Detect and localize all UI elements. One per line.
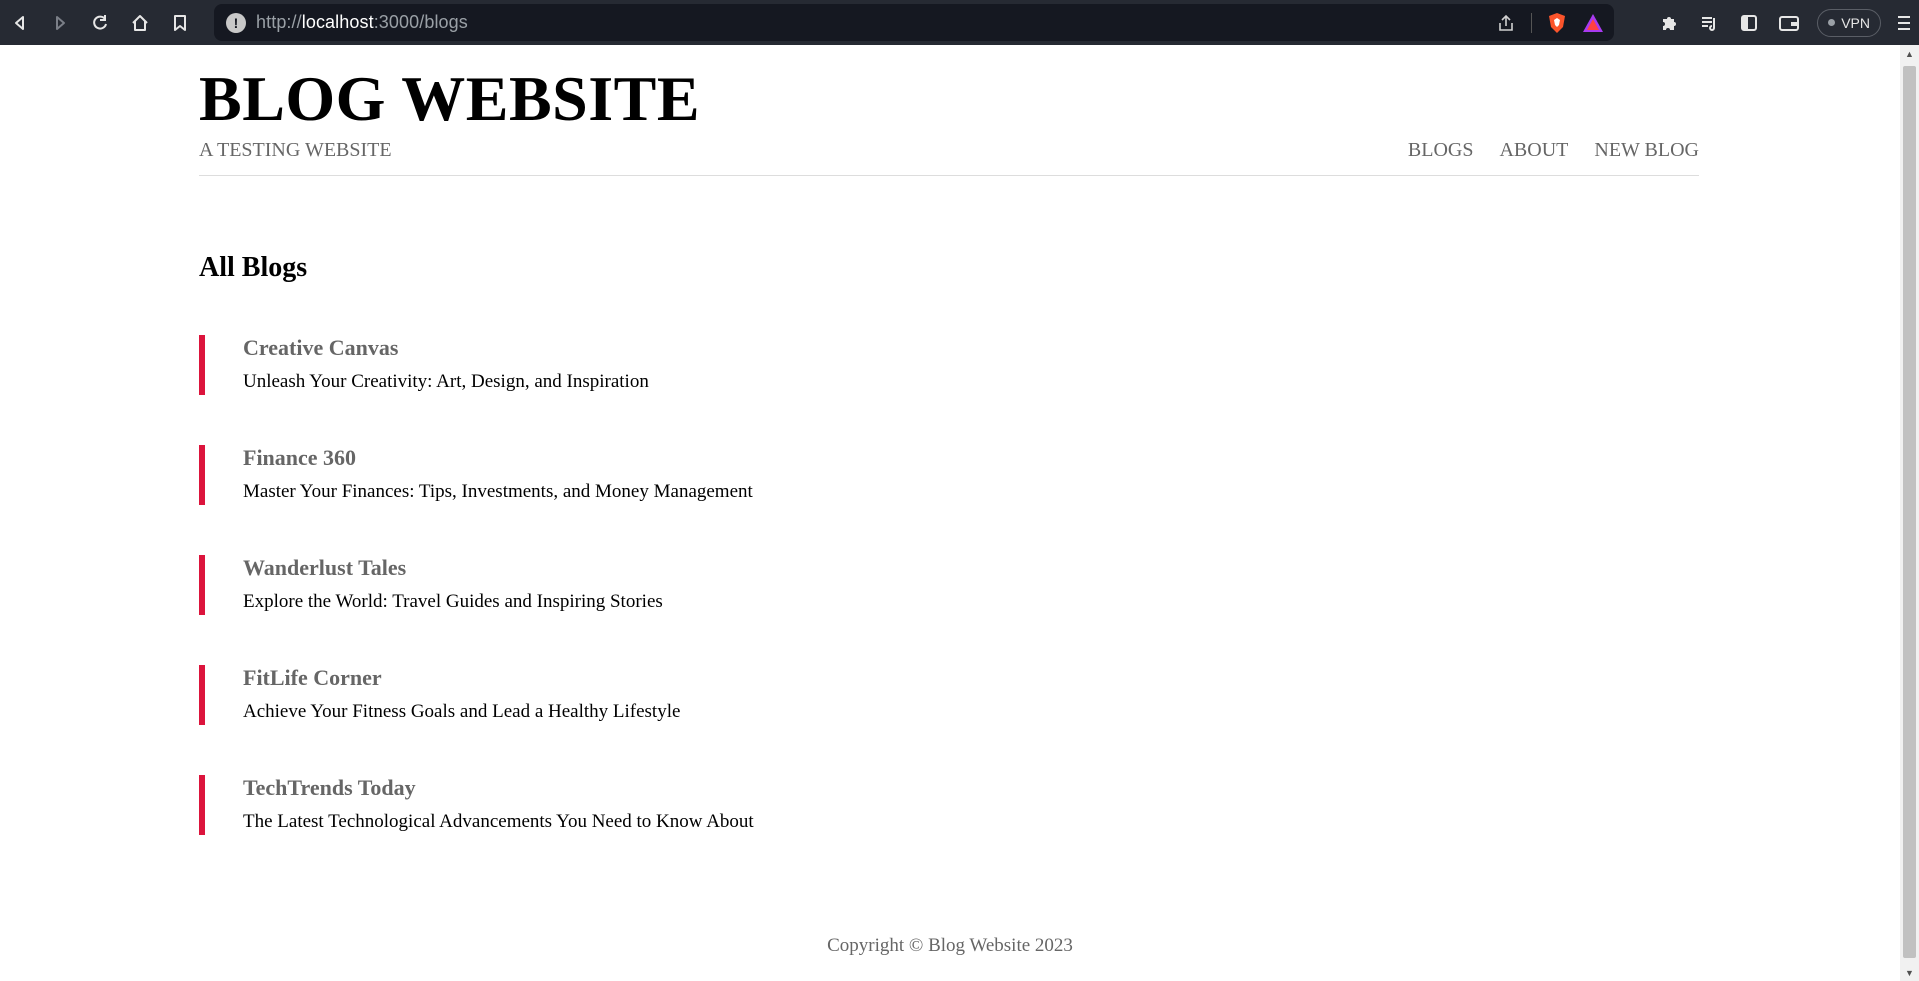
page-content: BLOG WEBSITE A TESTING WEBSITE BLOGS ABO… [0, 45, 1900, 981]
brave-shields-icon[interactable] [1546, 12, 1568, 34]
wallet-icon[interactable] [1769, 0, 1809, 45]
url-text[interactable]: http://localhost:3000/blogs [256, 12, 468, 33]
header-divider [199, 175, 1699, 176]
blog-item: Wanderlust Tales Explore the World: Trav… [199, 555, 1699, 615]
nav-link-blogs[interactable]: BLOGS [1408, 139, 1474, 162]
share-icon[interactable] [1495, 12, 1517, 34]
home-icon[interactable] [120, 0, 160, 45]
back-icon[interactable] [0, 0, 40, 45]
playlist-icon[interactable] [1689, 0, 1729, 45]
nav-link-about[interactable]: ABOUT [1499, 139, 1568, 162]
section-title: All Blogs [199, 252, 308, 283]
main-nav: BLOGS ABOUT NEW BLOG [1408, 139, 1699, 162]
blog-item: Creative Canvas Unleash Your Creativity:… [199, 335, 1699, 395]
divider [1531, 12, 1532, 33]
site-subtitle: A TESTING WEBSITE [199, 139, 392, 161]
blog-title-link[interactable]: Finance 360 [243, 445, 1699, 469]
vpn-status-icon [1828, 19, 1836, 26]
reload-icon[interactable] [80, 0, 120, 45]
bookmark-icon[interactable] [160, 0, 200, 45]
scroll-thumb[interactable] [1903, 66, 1916, 958]
blog-snippet: Achieve Your Fitness Goals and Lead a He… [243, 701, 681, 722]
blog-snippet: Unleash Your Creativity: Art, Design, an… [243, 371, 649, 392]
scroll-down-arrow-icon[interactable]: ▼ [1900, 964, 1919, 981]
vpn-label: VPN [1841, 14, 1870, 31]
blog-item: Finance 360 Master Your Finances: Tips, … [199, 445, 1699, 505]
blog-title-link[interactable]: TechTrends Today [243, 775, 1699, 799]
page-scrollbar[interactable]: ▲ ▼ [1900, 45, 1919, 981]
blog-list: Creative Canvas Unleash Your Creativity:… [199, 335, 1699, 885]
address-bar[interactable]: ! http://localhost:3000/blogs [214, 4, 1614, 41]
vpn-button[interactable]: VPN [1817, 8, 1881, 37]
nav-link-new-blog[interactable]: NEW BLOG [1594, 139, 1699, 162]
blog-title-link[interactable]: FitLife Corner [243, 665, 1699, 689]
blog-title-link[interactable]: Creative Canvas [243, 335, 1699, 359]
blog-snippet: Explore the World: Travel Guides and Ins… [243, 591, 663, 612]
extensions-icon[interactable] [1649, 0, 1689, 45]
browser-toolbar: ! http://localhost:3000/blogs VPN [0, 0, 1919, 45]
menu-icon[interactable] [1889, 0, 1919, 45]
scroll-up-arrow-icon[interactable]: ▲ [1900, 45, 1919, 62]
blog-snippet: The Latest Technological Advancements Yo… [243, 811, 754, 832]
footer-copyright: Copyright © Blog Website 2023 [827, 935, 1073, 956]
blog-item: TechTrends Today The Latest Technologica… [199, 775, 1699, 835]
sidebar-icon[interactable] [1729, 0, 1769, 45]
blog-item: FitLife Corner Achieve Your Fitness Goal… [199, 665, 1699, 725]
site-title: BLOG WEBSITE [199, 63, 701, 134]
forward-icon[interactable] [40, 0, 80, 45]
site-info-icon[interactable]: ! [226, 12, 246, 33]
blog-title-link[interactable]: Wanderlust Tales [243, 555, 1699, 579]
brave-rewards-icon[interactable] [1582, 12, 1604, 34]
blog-snippet: Master Your Finances: Tips, Investments,… [243, 481, 753, 502]
